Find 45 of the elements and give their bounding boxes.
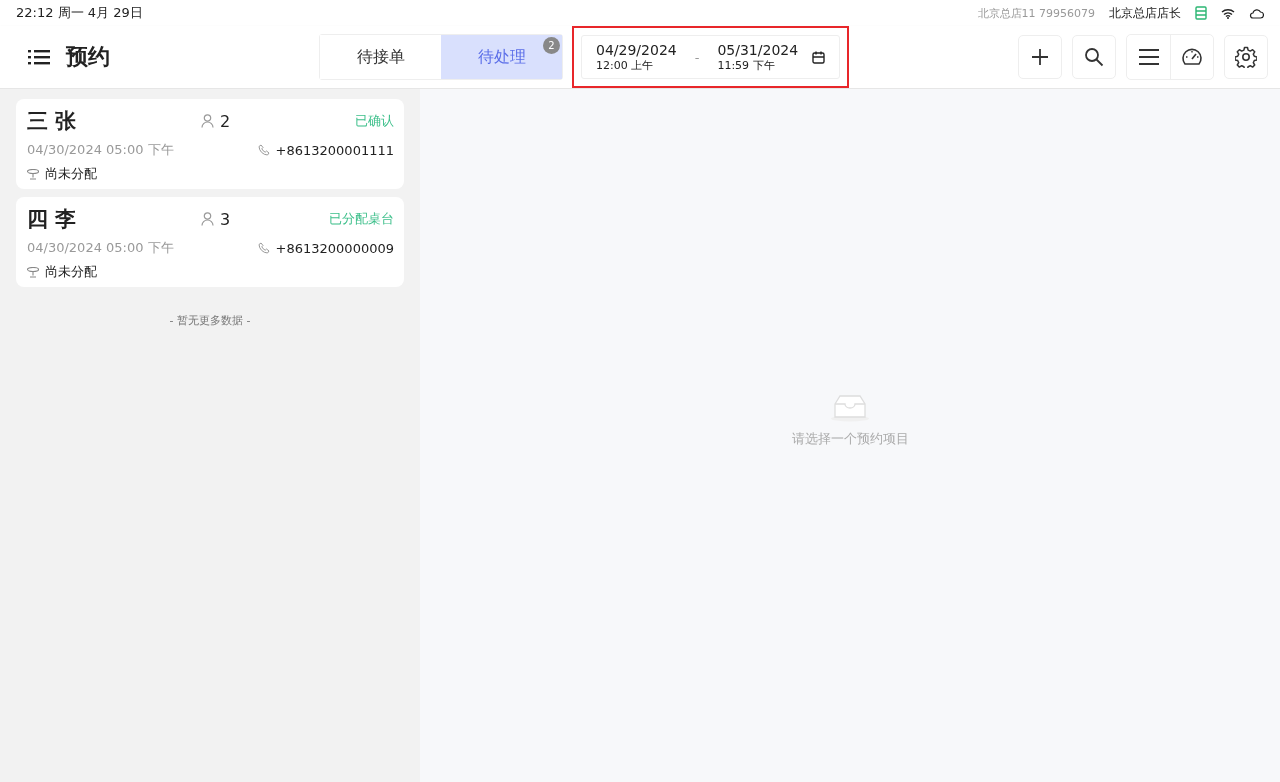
settings-button[interactable] (1224, 35, 1268, 79)
guest-name: 四 李 (27, 206, 78, 233)
end-time: 11:59 下午 (717, 57, 775, 73)
table-assignment: 尚未分配 (45, 263, 97, 281)
server-icon (1195, 6, 1207, 20)
date-range-picker[interactable]: 04/29/2024 12:00 上午 - 05/31/2024 11:59 下午 (581, 35, 841, 79)
reservation-status: 已分配桌台 (329, 210, 394, 228)
reservation-card[interactable]: 三 张 2 已确认 04/30/2024 05:00 下午 +8613200001111 尚未分配 (16, 99, 404, 189)
reservation-time: 04/30/2024 05:00 下午 (27, 141, 174, 159)
menu-icon (1137, 48, 1160, 66)
phone-icon (257, 242, 270, 254)
table-icon (27, 266, 39, 278)
reservation-time: 04/30/2024 05:00 下午 (27, 239, 174, 257)
plus-icon (1030, 47, 1050, 67)
guest-name: 三 张 (27, 108, 78, 135)
gauge-icon (1181, 47, 1203, 67)
guest-count: 2 (220, 111, 231, 131)
store-code: 北京总店11 79956079 (977, 5, 1095, 21)
reservation-status: 已确认 (355, 112, 394, 130)
start-time: 12:00 上午 (596, 57, 654, 73)
search-button[interactable] (1072, 35, 1116, 79)
calendar-icon (812, 50, 826, 64)
search-icon (1084, 47, 1104, 67)
status-time: 22:12 周一 4月 29日 (16, 4, 143, 22)
person-icon (201, 212, 214, 226)
phone-icon (257, 144, 270, 156)
table-icon (27, 168, 39, 180)
user-name: 北京总店店长 (1109, 4, 1181, 22)
guest-count: 3 (220, 209, 231, 229)
table-assignment: 尚未分配 (45, 165, 97, 183)
menu-icon[interactable] (28, 49, 50, 65)
reservation-card[interactable]: 四 李 3 已分配桌台 04/30/2024 05:00 下午 +8613200000009 尚未分配 (16, 197, 404, 287)
page-title: 预约 (66, 43, 110, 71)
cloud-icon (1249, 7, 1264, 19)
start-date: 04/29/2024 (596, 41, 677, 58)
wifi-icon (1221, 7, 1235, 19)
empty-inbox-icon (830, 393, 870, 422)
range-separator: - (694, 49, 700, 65)
list-end-text: - 暂无更多数据 - (168, 313, 252, 328)
settings-icon (1235, 46, 1257, 68)
end-date: 05/31/2024 (717, 41, 799, 58)
person-icon (201, 114, 214, 128)
phone-number: +8613200000009 (275, 240, 394, 256)
add-button[interactable] (1018, 35, 1062, 79)
phone-number: +8613200001111 (275, 142, 394, 158)
